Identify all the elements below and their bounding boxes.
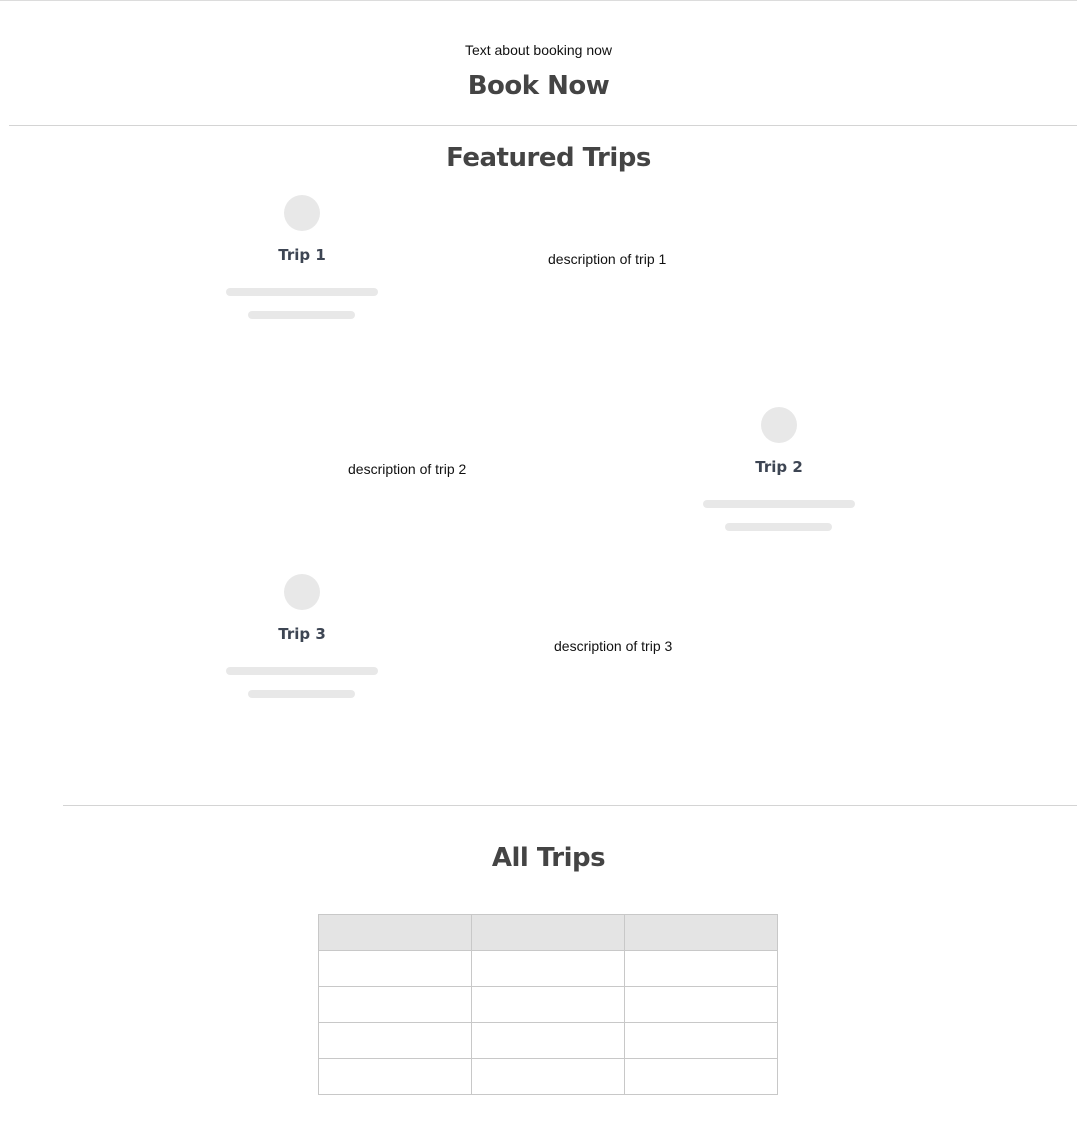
table-cell [318, 1022, 472, 1059]
text-placeholder [725, 523, 832, 531]
table-cell [624, 986, 778, 1023]
all-trips-heading: All Trips [491, 843, 606, 873]
text-placeholder [226, 288, 378, 296]
table-cell [318, 1058, 472, 1095]
table-row [318, 950, 778, 987]
table-cell [624, 1022, 778, 1059]
trip-description: description of trip 2 [348, 461, 467, 477]
table-row [318, 986, 778, 1023]
top-divider [0, 0, 1077, 1]
table-header-cell [471, 914, 625, 951]
booking-description: Text about booking now [464, 42, 613, 58]
trip-description: description of trip 3 [554, 638, 673, 654]
trip-name: Trip 3 [278, 625, 326, 643]
table-row [318, 1022, 778, 1059]
book-now-heading: Book Now [467, 71, 610, 101]
featured-trips-heading: Featured Trips [446, 143, 651, 173]
table-cell [471, 986, 625, 1023]
table-cell [471, 1058, 625, 1095]
all-trips-table [318, 914, 778, 1095]
table-header-cell [318, 914, 472, 951]
table-cell [624, 1058, 778, 1095]
table-cell [624, 950, 778, 987]
table-cell [471, 1022, 625, 1059]
table-cell [318, 950, 472, 987]
trip-description: description of trip 1 [548, 251, 667, 267]
table-cell [471, 950, 625, 987]
trip-name: Trip 1 [278, 246, 326, 264]
table-header-cell [624, 914, 778, 951]
table-row [318, 1058, 778, 1095]
text-placeholder [248, 311, 355, 319]
trip-avatar [761, 407, 797, 443]
text-placeholder [703, 500, 855, 508]
trip-name: Trip 2 [755, 458, 803, 476]
table-header-row [318, 914, 778, 951]
section-divider [63, 805, 1077, 806]
trip-avatar [284, 574, 320, 610]
table-cell [318, 986, 472, 1023]
text-placeholder [226, 667, 378, 675]
section-divider [9, 125, 1077, 126]
text-placeholder [248, 690, 355, 698]
trip-avatar [284, 195, 320, 231]
